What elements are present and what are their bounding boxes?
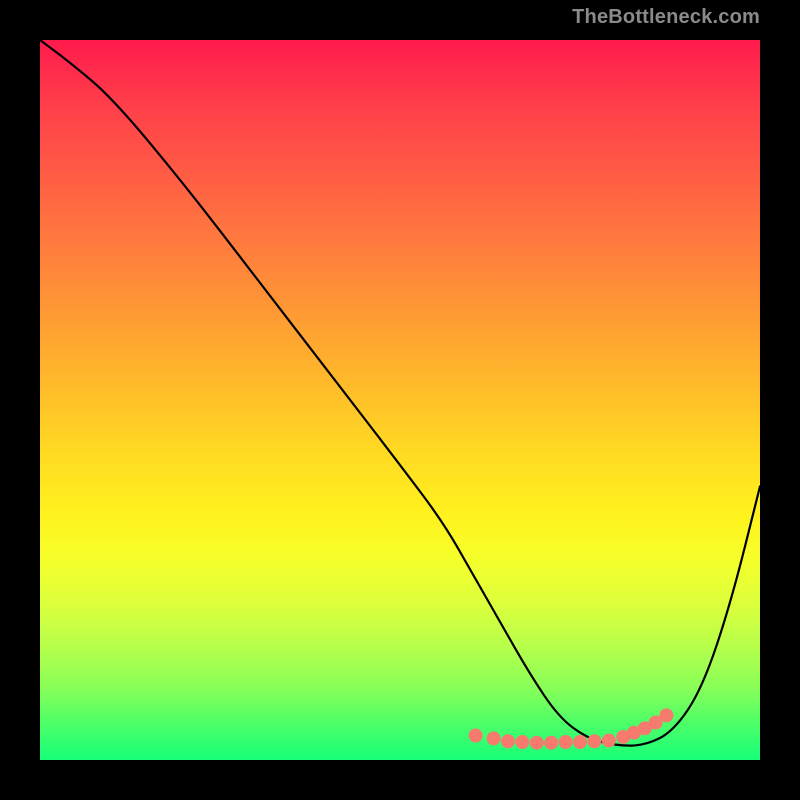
highlight-dot [530,736,544,750]
highlight-dot [602,734,616,748]
watermark-text: TheBottleneck.com [572,6,760,29]
highlight-dot [544,736,558,750]
plot-area [40,40,760,760]
highlight-dot [573,735,587,749]
chart-svg [40,40,760,760]
curve-line-group [40,40,760,746]
highlight-dot [515,735,529,749]
highlight-dot [501,734,515,748]
highlight-dot [587,734,601,748]
highlight-dot [469,729,483,743]
highlight-dot [559,735,573,749]
highlight-dot [487,731,501,745]
highlight-dot [659,708,673,722]
chart-frame: TheBottleneck.com [0,0,800,800]
curve-line [40,40,760,746]
